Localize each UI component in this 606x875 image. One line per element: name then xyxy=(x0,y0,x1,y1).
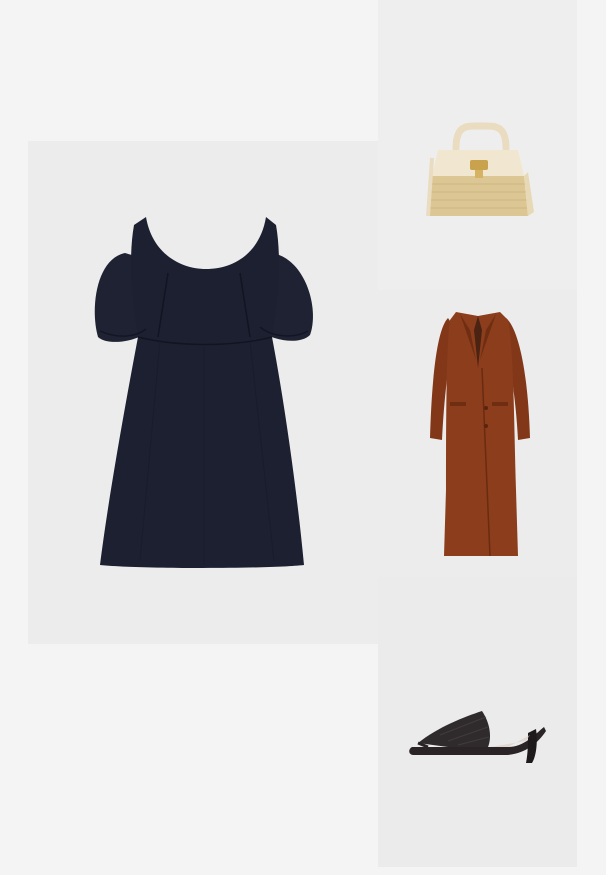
product-tile-dress[interactable] xyxy=(28,141,378,644)
black-dress-icon xyxy=(94,217,313,568)
heeled-sandal-icon xyxy=(409,711,546,763)
handbag-icon xyxy=(426,122,534,217)
product-tile-coat[interactable] xyxy=(378,290,577,577)
outfit-board: { "board": { "background": "#f4f4f4", "t… xyxy=(0,0,606,875)
product-tile-sandal[interactable] xyxy=(378,577,577,867)
long-coat-icon xyxy=(430,312,530,557)
product-tile-bag[interactable] xyxy=(378,0,577,290)
